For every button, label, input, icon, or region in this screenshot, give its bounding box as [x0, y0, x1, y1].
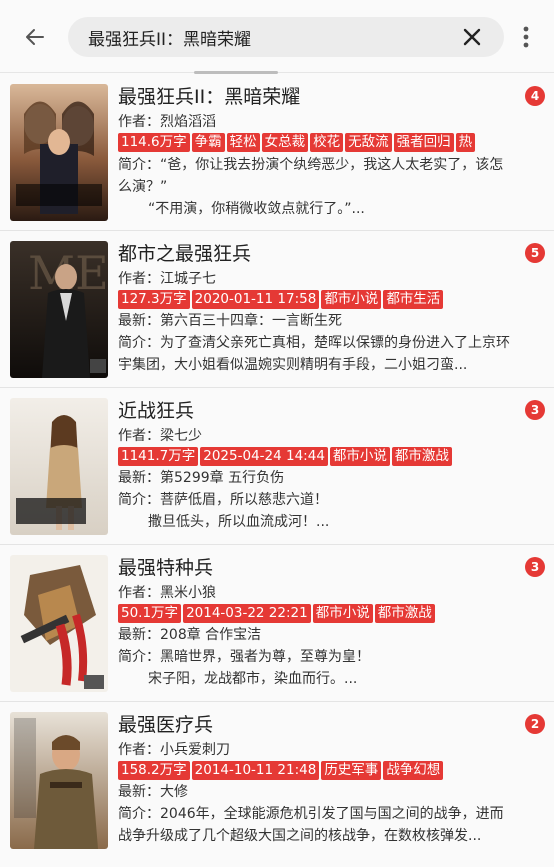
update-time-tag: 2014-03-22 22:21: [183, 604, 311, 623]
word-count-tag: 158.2万字: [118, 761, 190, 780]
update-time-tag: 2014-10-11 21:48: [191, 761, 320, 780]
book-cover: [10, 555, 108, 692]
book-author: 作者：黑米小狼: [118, 585, 216, 601]
book-title: 最强狂兵II：黑暗荣耀: [118, 86, 301, 108]
close-icon: [463, 28, 481, 46]
book-latest-chapter: 最新：第六百三十四章：一言断生死: [118, 313, 342, 329]
category-tag: 都市小说: [312, 604, 373, 623]
tag: 无敌流: [345, 133, 392, 152]
count-badge: 4: [525, 86, 545, 106]
search-input[interactable]: [88, 17, 448, 57]
book-author: 作者：小兵爱刺刀: [118, 742, 230, 758]
book-latest-chapter: 最新：208章 合作宝洁: [118, 627, 262, 643]
list-item[interactable]: ME 都市之最强狂兵 作者：江城子七 127.3万字2020-01-11 17:…: [0, 231, 554, 388]
book-author: 作者：梁七少: [118, 428, 202, 444]
tag: 强者回归: [393, 133, 454, 152]
book-author: 作者：江城子七: [118, 271, 216, 287]
book-intro: 简介：菩萨低眉，所以慈悲六道！: [118, 492, 328, 508]
arrow-left-icon: [26, 29, 44, 45]
list-item[interactable]: 近战狂兵 作者：梁七少 1141.7万字 2025-04-24 14:44 都市小说…: [0, 388, 554, 545]
word-count-tag: 127.3万字: [118, 290, 190, 309]
book-latest-chapter: 最新：第5299章 五行负伤: [118, 470, 285, 486]
book-tags: 1141.7万字 2025-04-24 14:44 都市小说 都市激战: [118, 447, 518, 468]
subcategory-tag: 都市激战: [374, 604, 435, 623]
tag: 热: [455, 133, 476, 152]
book-author: 作者：烈焰滔滔: [118, 114, 216, 130]
search-box[interactable]: [68, 17, 504, 57]
subcategory-tag: 都市生活: [383, 290, 444, 309]
book-intro: 简介：2046年，全球能源危机引发了国与国之间的战争，进而战争升级成了几个超级大…: [118, 806, 504, 844]
tag: 轻松: [226, 133, 260, 152]
update-time-tag: 2025-04-24 14:44: [200, 447, 328, 466]
book-intro-continued: “不用演，你稍微收敛点就行了。”...: [148, 201, 365, 217]
word-count-tag: 114.6万字: [118, 133, 190, 152]
book-tags: 127.3万字 2020-01-11 17:58 都市小说 都市生活: [118, 290, 518, 311]
search-results-list: 最强狂兵II：黑暗荣耀 作者：烈焰滔滔 114.6万字 争霸 轻松 女总裁 校花 无敌流强…: [0, 74, 554, 859]
book-intro-continued: 宋子阳，龙战都市，染血而行。...: [148, 671, 358, 687]
word-count-tag: 50.1万字: [118, 604, 182, 623]
book-latest-chapter: 最新：大修: [118, 784, 188, 800]
book-intro: 简介：为了查清父亲死亡真相，楚晖以保镖的身份进入了上京环宇集团，大小姐看似温婉实…: [118, 335, 510, 373]
count-badge: 3: [525, 400, 545, 420]
book-tags: 50.1万字 2014-03-22 22:21 都市小说 都市激战: [118, 604, 518, 625]
book-tags: 158.2万字 2014-10-11 21:48 历史军事 战争幻想: [118, 761, 518, 782]
book-intro: 简介：黑暗世界，强者为尊，至尊为皇！: [118, 649, 370, 665]
list-item[interactable]: 最强特种兵 作者：黑米小狼 50.1万字 2014-03-22 22:21 都市小说…: [0, 545, 554, 702]
top-app-bar: [0, 0, 554, 73]
tag: 校花: [310, 133, 344, 152]
book-intro-continued: 撒旦低头，所以血流成河！...: [148, 514, 330, 530]
book-cover: [10, 84, 108, 221]
book-intro: 简介：“爸，你让我去扮演个纨绔恶少，我这人太老实了，该怎么演？”: [118, 157, 504, 195]
update-time-tag: 2020-01-11 17:58: [191, 290, 320, 309]
category-tag: 历史军事: [321, 761, 382, 780]
list-item[interactable]: 最强医疗兵 作者：小兵爱刺刀 158.2万字 2014-10-11 21:48 历史…: [0, 702, 554, 859]
book-cover: ME: [10, 241, 108, 378]
clear-search-button[interactable]: [462, 27, 482, 47]
book-title: 近战狂兵: [118, 400, 195, 422]
count-badge: 2: [525, 714, 545, 734]
category-tag: 都市小说: [321, 290, 382, 309]
count-badge: 5: [525, 243, 545, 263]
subcategory-tag: 战争幻想: [383, 761, 444, 780]
tag: 争霸: [191, 133, 225, 152]
book-tags: 114.6万字 争霸 轻松 女总裁 校花 无敌流 强者回归热: [118, 133, 518, 154]
subcategory-tag: 都市激战: [391, 447, 452, 466]
category-tag: 都市小说: [329, 447, 390, 466]
back-button[interactable]: [20, 22, 50, 52]
count-badge: 3: [525, 557, 545, 577]
book-title: 最强医疗兵: [118, 714, 214, 736]
book-cover: [10, 398, 108, 535]
book-cover: [10, 712, 108, 849]
book-title: 最强特种兵: [118, 557, 214, 579]
more-options-button[interactable]: [516, 22, 536, 52]
more-vertical-icon: [523, 26, 529, 48]
list-item[interactable]: 最强狂兵II：黑暗荣耀 作者：烈焰滔滔 114.6万字 争霸 轻松 女总裁 校花 无敌流强…: [0, 74, 554, 231]
tag: 女总裁: [261, 133, 309, 152]
book-title: 都市之最强狂兵: [118, 243, 252, 265]
word-count-tag: 1141.7万字: [118, 447, 199, 466]
